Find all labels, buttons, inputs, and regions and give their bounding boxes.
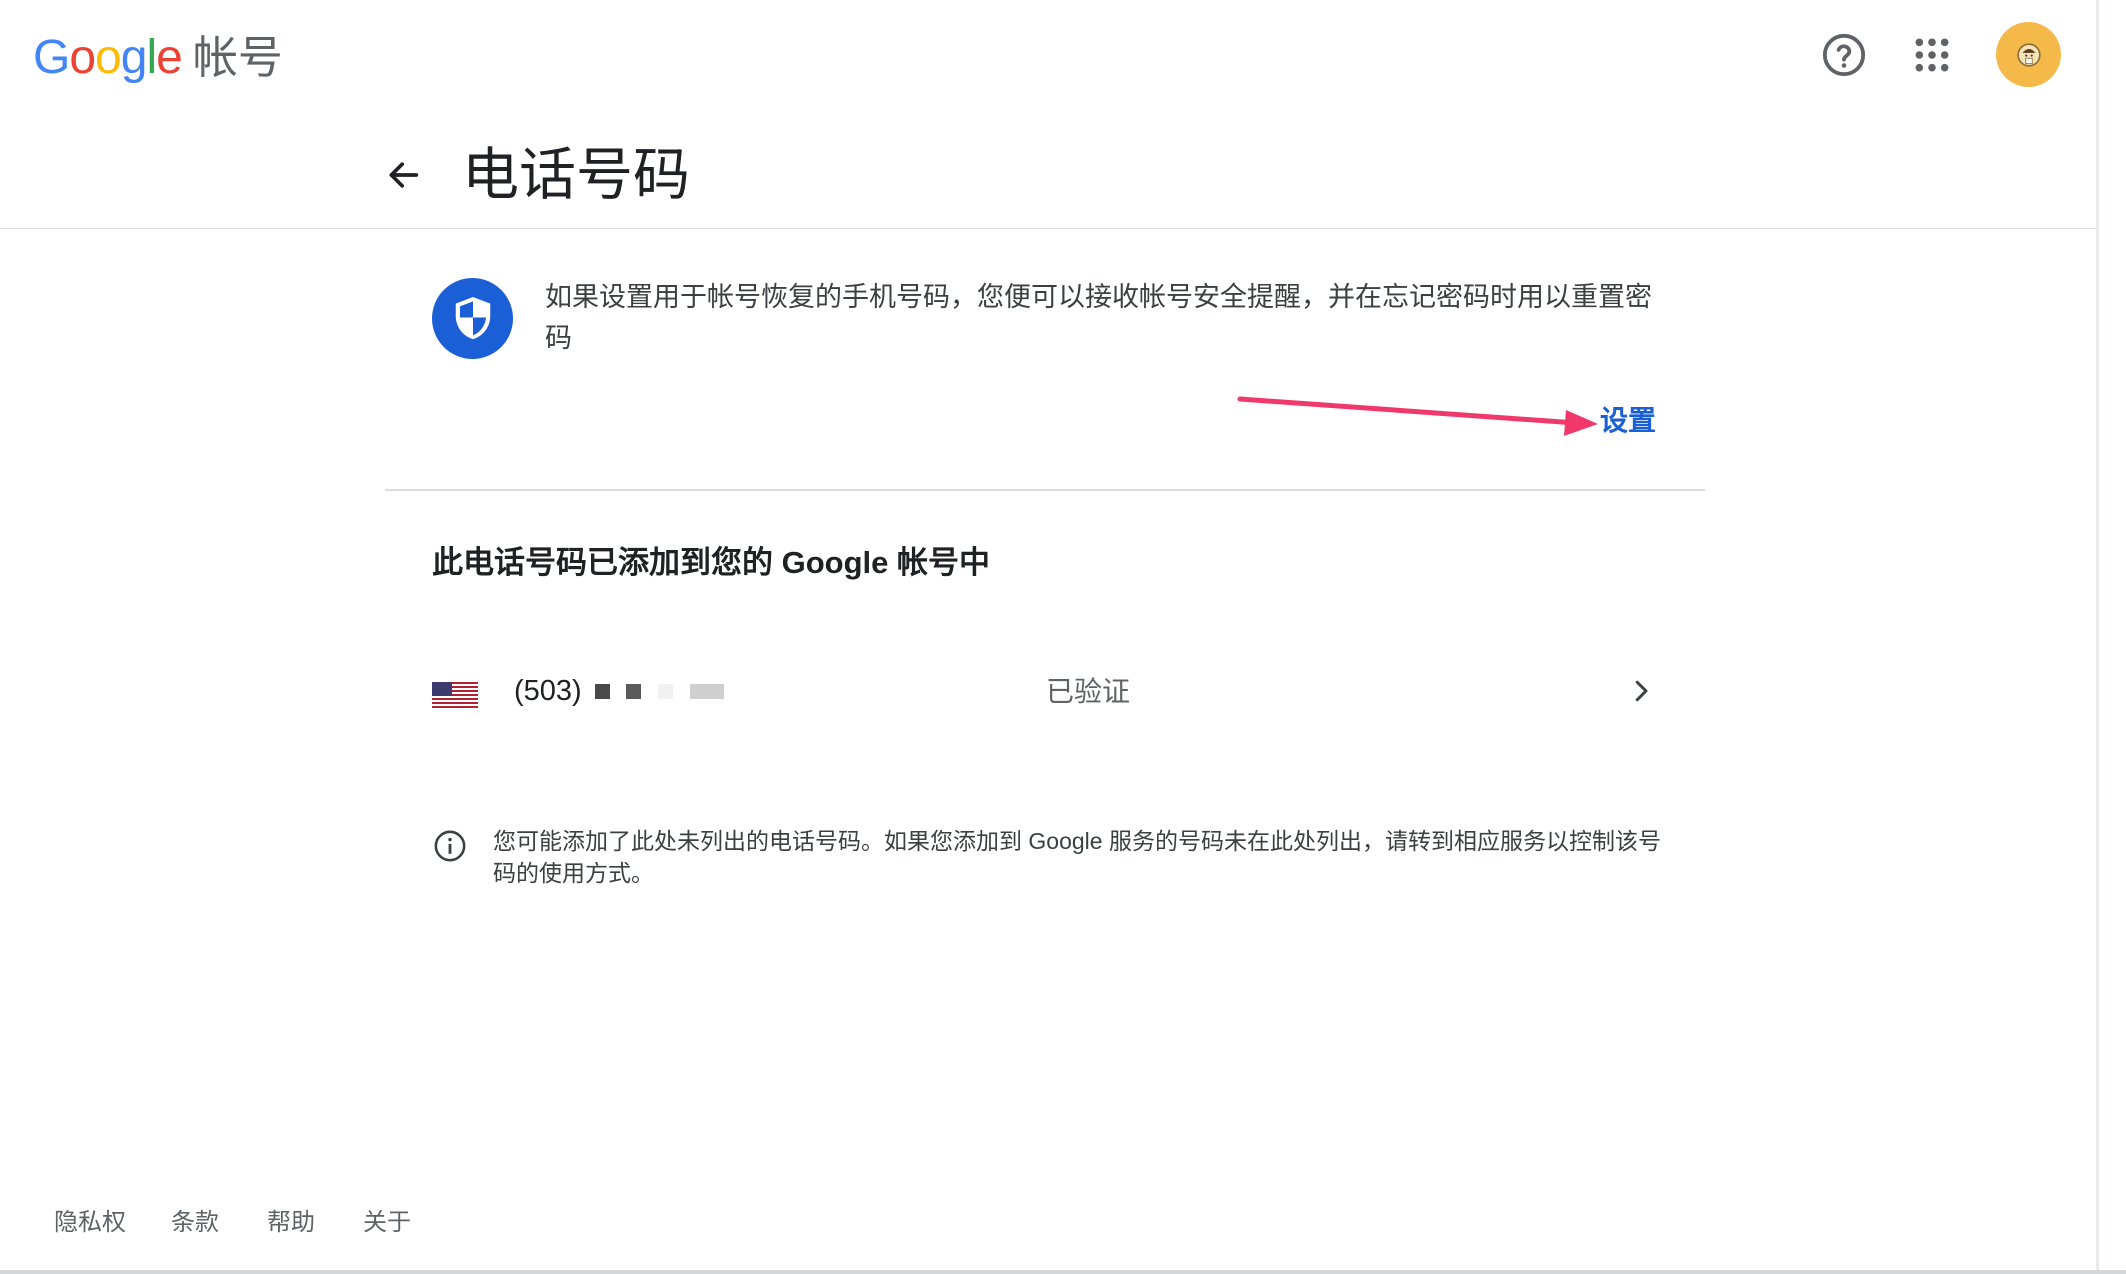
- arrow-left-icon: [389, 162, 419, 188]
- footer-link-help[interactable]: 帮助: [267, 1206, 363, 1240]
- redacted-digit: [626, 684, 641, 699]
- page: Google 帐号 电话号码 如果设置用于帐号恢复的手机号码，您便可以接收帐号安…: [0, 0, 2126, 1274]
- help-icon[interactable]: [1811, 22, 1876, 87]
- window-edge: [2096, 0, 2099, 1274]
- redacted-digit: [595, 684, 610, 699]
- apps-grid-icon[interactable]: [1899, 22, 1964, 87]
- section-divider: [385, 489, 1705, 491]
- google-account-logo[interactable]: Google 帐号: [33, 30, 283, 86]
- footer-link-terms[interactable]: 条款: [171, 1206, 267, 1240]
- google-logo: Google: [33, 31, 183, 84]
- footer-link-privacy[interactable]: 隐私权: [54, 1206, 171, 1240]
- footer-link-about[interactable]: 关于: [363, 1206, 411, 1240]
- title-divider: [0, 228, 2096, 229]
- redacted-digit: [690, 684, 724, 699]
- window-bottom-edge: [0, 1270, 2126, 1274]
- chevron-right-glyph: [1635, 680, 1648, 702]
- verification-status: 已验证: [1046, 676, 1131, 707]
- phones-section-heading: 此电话号码已添加到您的 Google 帐号中: [432, 545, 990, 580]
- footer: 隐私权 条款 帮助 关于: [54, 1206, 411, 1240]
- promo-text: 如果设置用于帐号恢复的手机号码，您便可以接收帐号安全提醒，并在忘记密码时用以重置…: [545, 282, 1652, 353]
- setup-button[interactable]: 设置: [1600, 403, 1656, 439]
- shield-glyph-icon: [455, 296, 490, 339]
- logo-suffix: 帐号: [192, 32, 283, 83]
- redacted-digit: [658, 684, 673, 699]
- chevron-right-icon: [1624, 674, 1658, 708]
- help-circle-icon: [1822, 33, 1865, 76]
- page-title: 电话号码: [462, 143, 690, 207]
- info-note-text: 您可能添加了此处未列出的电话号码。如果您添加到 Google 服务的号码未在此处…: [493, 828, 1661, 886]
- back-button[interactable]: [376, 148, 430, 202]
- phone-number: (503): [514, 675, 582, 707]
- shield-icon: [432, 278, 513, 359]
- annotation-arrow-icon: [1237, 396, 1598, 436]
- info-icon: [434, 830, 466, 862]
- phone-list-item[interactable]: (503) 已验证: [418, 660, 1660, 722]
- user-avatar-icon: [2016, 42, 2041, 67]
- us-flag-icon: [432, 682, 478, 708]
- apps-dots-icon: [1915, 38, 1948, 71]
- account-avatar[interactable]: [1996, 22, 2061, 87]
